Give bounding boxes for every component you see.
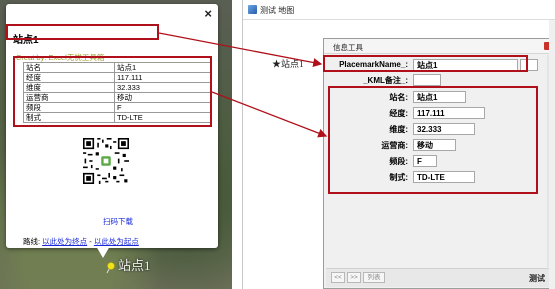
map-view-left[interactable]: × 站点1 Creat by: Excel无忧工具箱 站名 站点1 经度 117.1… (0, 0, 232, 289)
close-icon[interactable]: × (204, 7, 212, 20)
route-to-link[interactable]: 以此处为终点 (42, 237, 87, 246)
app-title: 测试 地图 (260, 6, 295, 15)
qr-code-icon[interactable] (83, 138, 129, 184)
app-icon (248, 5, 257, 14)
scan-download-link[interactable]: 扫码下载 (103, 216, 133, 227)
placemark-label: 站点1 (118, 258, 151, 273)
app-titlebar: 测试 地图 (243, 0, 555, 20)
highlight-box-fields (328, 86, 538, 194)
pushpin-icon[interactable] (104, 262, 116, 274)
info-tool-title: 信息工具 (333, 43, 363, 52)
footer-label: 测试 (529, 274, 545, 283)
nav-next-button[interactable]: >> (347, 272, 361, 283)
route-from-link[interactable]: 以此处为起点 (94, 237, 139, 246)
route-separator: - (87, 237, 94, 246)
info-tool-footer: << >> 列表 测试 (326, 268, 553, 287)
info-tool-titlebar: 信息工具 (324, 39, 555, 54)
route-prefix: 路线: (23, 237, 43, 246)
app-scrollbar[interactable] (549, 20, 555, 289)
app-window: 测试 地图 ★站点1 信息工具 PlacemarkName_: 站点1 _KML… (242, 0, 555, 289)
kml-remark-field[interactable] (413, 74, 441, 86)
route-line: 路线: 以此处为终点 - 以此处为起点 (23, 236, 139, 247)
list-button[interactable]: 列表 (363, 272, 385, 283)
nav-first-button[interactable]: << (331, 272, 345, 283)
kml-remark-label: _KML备注_: (363, 76, 408, 85)
placemark-star-label[interactable]: ★站点1 (272, 57, 304, 70)
highlight-box-placemark (323, 55, 528, 72)
highlight-box-title (6, 24, 159, 40)
highlight-box-table (13, 56, 212, 127)
divider (232, 0, 242, 289)
balloon-tail (96, 246, 110, 258)
